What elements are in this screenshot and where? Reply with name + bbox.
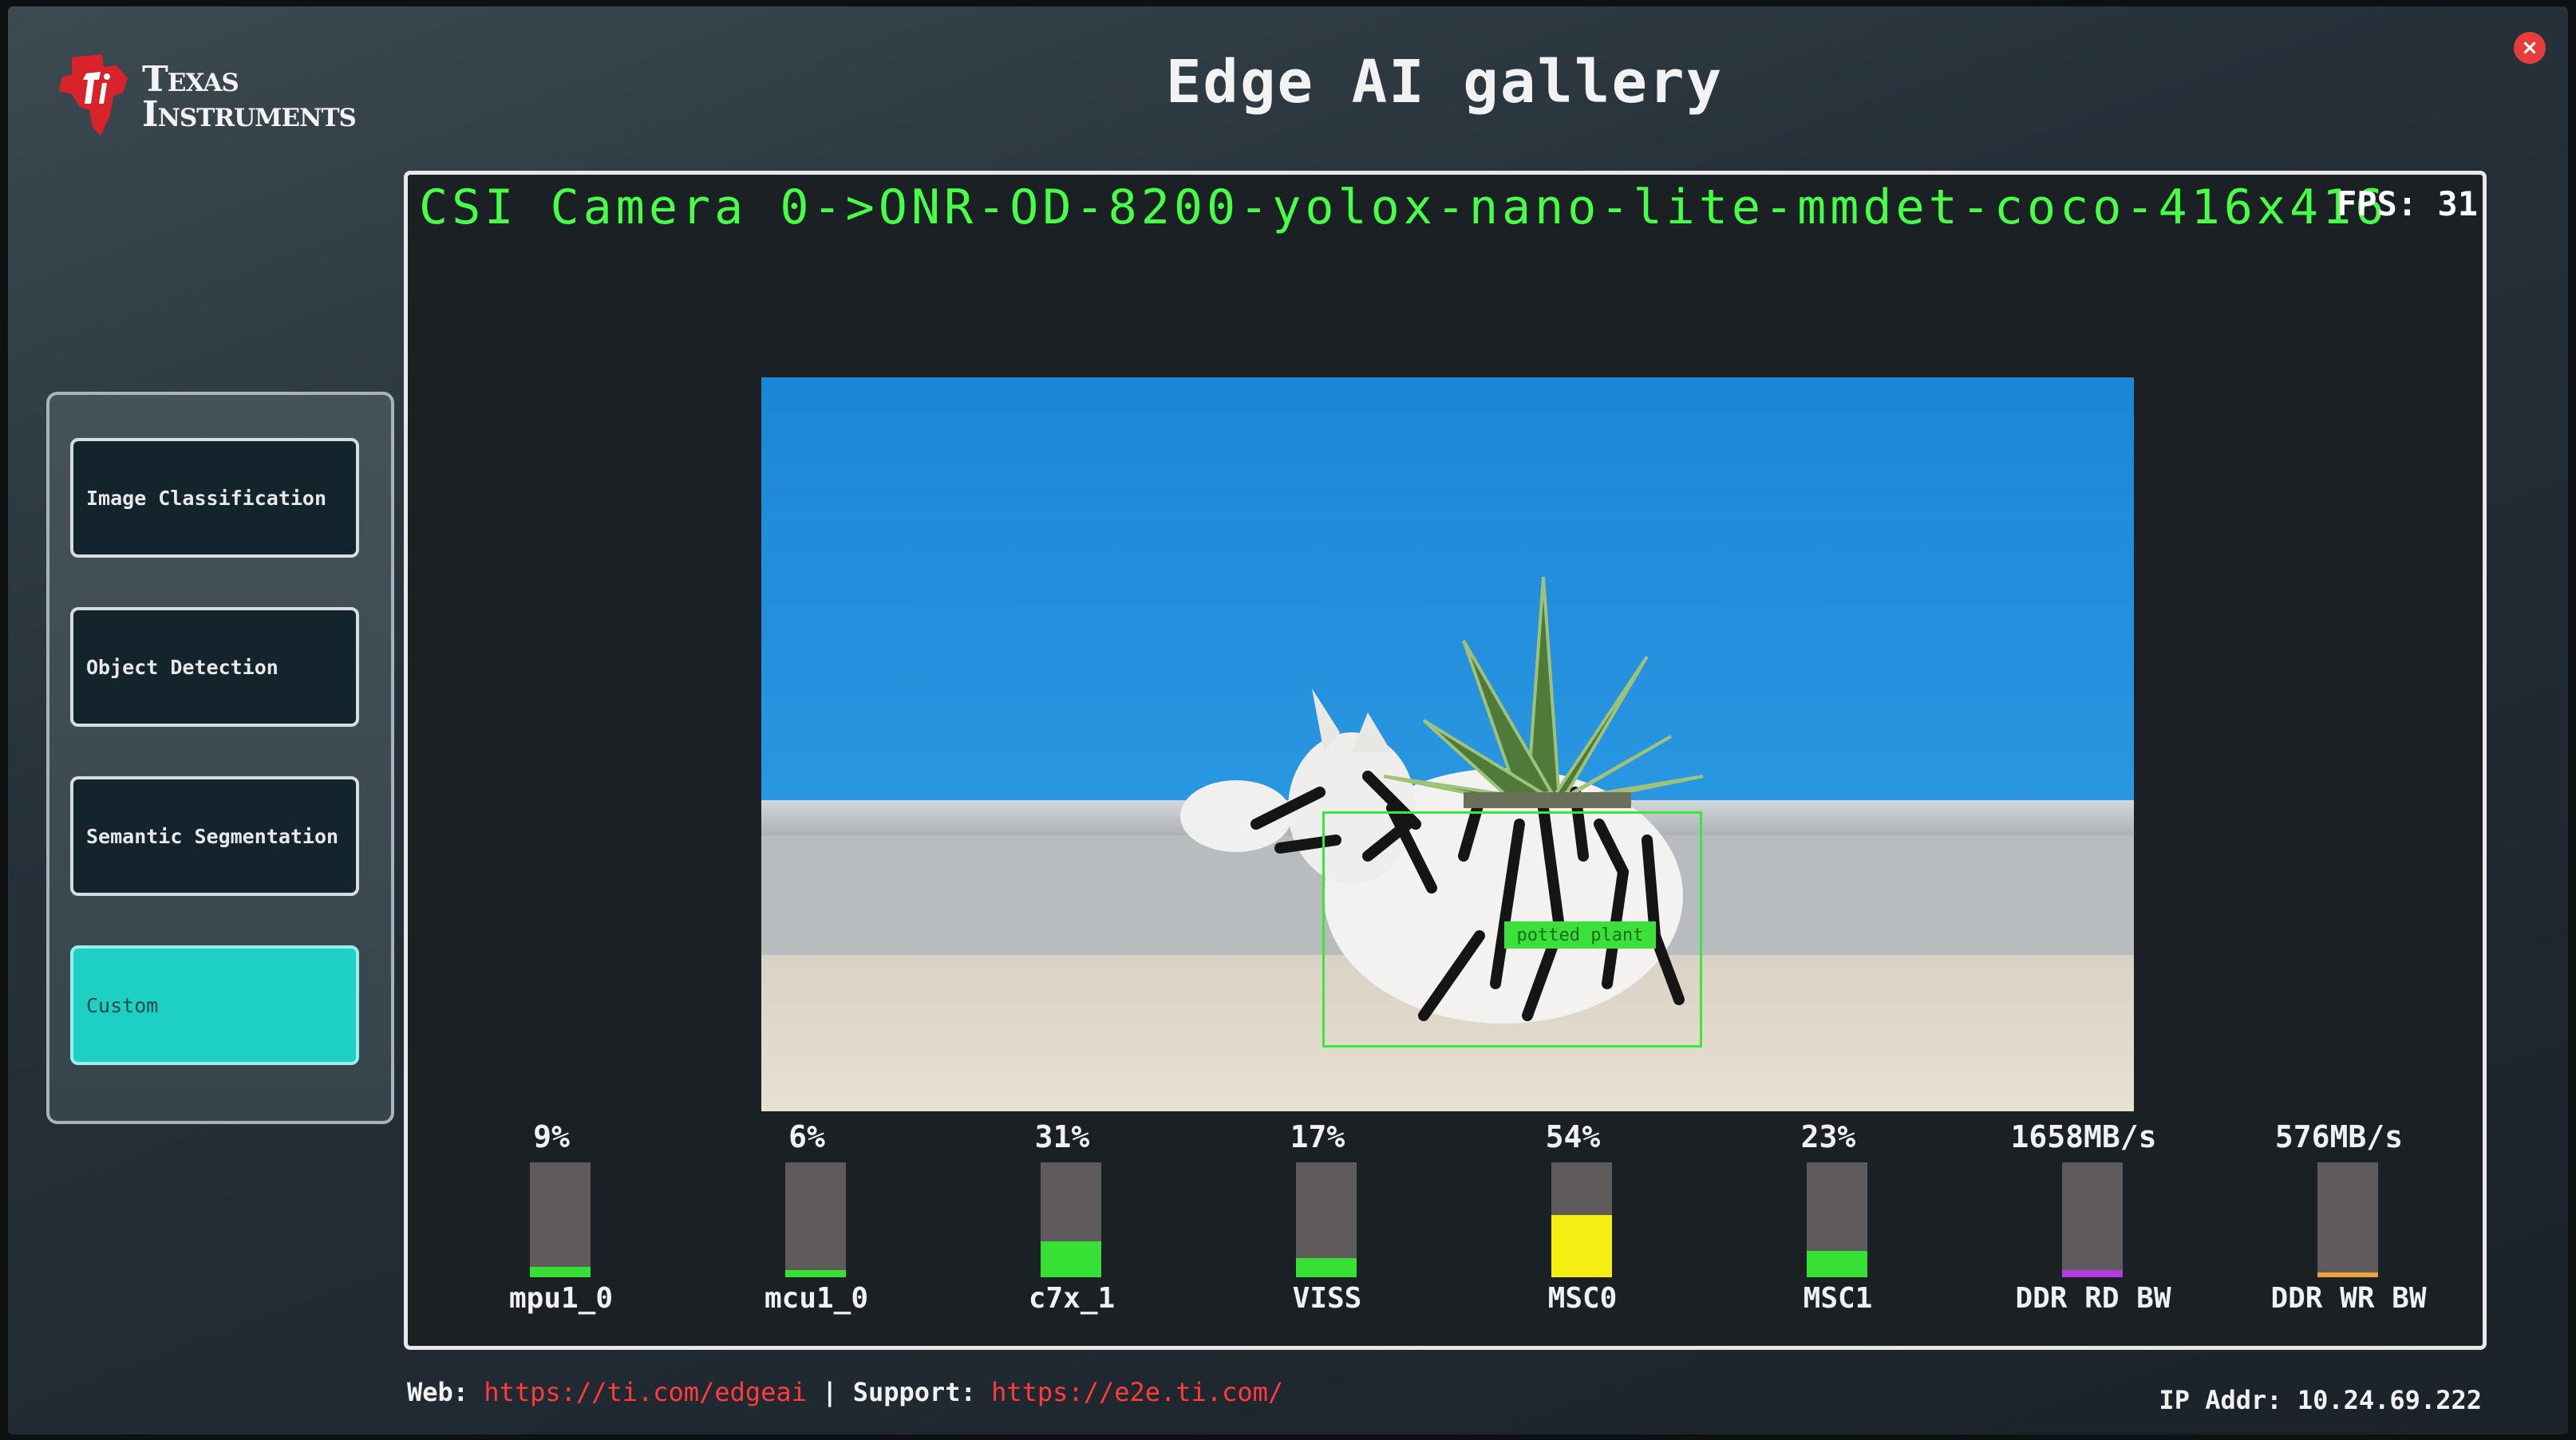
stat-bar-fill [2062,1270,2123,1277]
stat-value: 576MB/s [2274,1119,2404,1154]
stat-name: DDR RD BW [2015,1282,2171,1315]
stat-bar [1551,1162,1612,1277]
stat-msc0: 54% MSC0 [1477,1119,1669,1327]
stat-bar [1807,1162,1867,1277]
stat-bar-fill [2317,1272,2378,1277]
footer-separator: | [822,1377,838,1407]
stat-value: 9% [533,1119,570,1154]
stat-bar [785,1162,846,1277]
app-window: × Texas Instruments Edge AI gallery Imag… [8,6,2568,1434]
web-label: Web: [407,1377,469,1407]
stat-name: c7x_1 [1028,1282,1116,1315]
stat-ddr-wr-bw: 576MB/s DDR WR BW [2243,1119,2435,1327]
stat-bar [530,1162,591,1277]
stat-value: 31% [1034,1119,1090,1154]
fps-counter: FPS: 31 [2336,184,2478,223]
footer-links: Web: https://ti.com/edgeai | Support: ht… [407,1377,1283,1407]
stat-name: MSC0 [1547,1282,1618,1315]
detection-label: potted plant [1504,921,1656,949]
stat-bar-fill [1551,1215,1612,1277]
ti-logo: Texas Instruments [54,51,413,147]
brand-line-2: Instruments [142,94,357,135]
stat-value: 1658MB/s [2010,1119,2157,1154]
video-viewer: CSI Camera 0->ONR-OD-8200-yolox-nano-lit… [404,171,2487,1350]
image-classification-button[interactable]: Image Classification [70,438,359,558]
stat-name: VISS [1292,1282,1362,1315]
stat-bar-fill [1296,1257,1357,1277]
web-link[interactable]: https://ti.com/edgeai [484,1377,807,1407]
stat-value: 17% [1290,1119,1345,1154]
ti-logo-icon [59,54,128,136]
camera-feed: potted plant [761,377,2134,1111]
stat-bar-fill [1807,1250,1867,1277]
stat-ddr-rd-bw: 1658MB/s DDR RD BW [1988,1119,2179,1327]
stat-bar [2317,1162,2378,1277]
stat-bar [1296,1162,1357,1277]
brand-name: Texas Instruments [142,59,357,135]
stat-bar-fill [530,1267,591,1277]
stat-bar-fill [1041,1241,1101,1277]
stat-name: mcu1_0 [764,1282,869,1315]
stat-bar-fill [785,1270,846,1277]
stat-bar [2062,1162,2123,1277]
stat-name: mpu1_0 [508,1282,614,1315]
stat-mcu1_0: 6% mcu1_0 [711,1119,903,1327]
page-title: Edge AI gallery [1165,48,1724,116]
brand-line-1: Texas [142,59,239,100]
stat-value: 54% [1545,1119,1601,1154]
stat-msc1: 23% MSC1 [1732,1119,1924,1327]
detection-bounding-box: potted plant [1322,811,1702,1047]
semantic-segmentation-button[interactable]: Semantic Segmentation [70,776,359,896]
support-link[interactable]: https://e2e.ti.com/ [991,1377,1283,1407]
object-detection-button[interactable]: Object Detection [70,607,359,727]
ip-address: IP Addr: 10.24.69.222 [2159,1385,2482,1415]
demo-sidebar: Image Classification Object Detection Se… [46,392,394,1124]
stat-bar [1041,1162,1101,1277]
stat-value: 23% [1800,1119,1856,1154]
pipeline-title: CSI Camera 0->ONR-OD-8200-yolox-nano-lit… [419,180,2388,235]
stat-name: DDR WR BW [2270,1282,2427,1315]
stat-viss: 17% VISS [1222,1119,1413,1327]
stat-mpu1_0: 9% mpu1_0 [456,1119,647,1327]
custom-button[interactable]: Custom [70,945,359,1065]
support-label: Support: [852,1377,976,1407]
stat-name: MSC1 [1803,1282,1873,1315]
stat-c7x_1: 31% c7x_1 [966,1119,1158,1327]
performance-stats: 9% mpu1_0 6% mcu1_0 31% c7x_1 17% VISS 54% MSC0 23… [456,1119,2451,1327]
close-button[interactable]: × [2514,32,2546,64]
stat-value: 6% [788,1119,825,1154]
